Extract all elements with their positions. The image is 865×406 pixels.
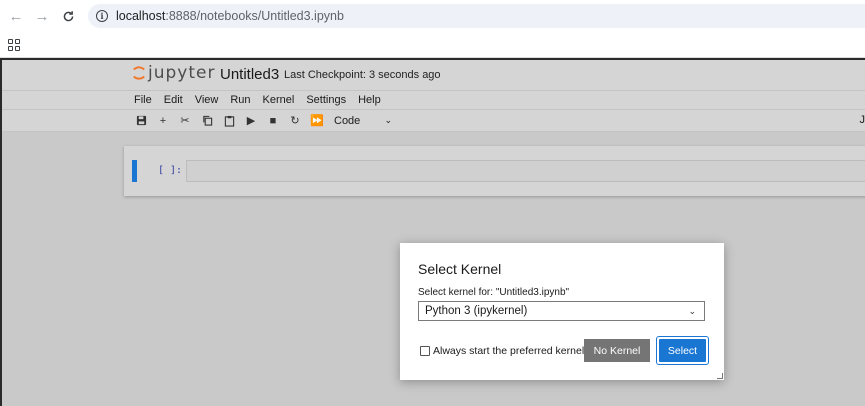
preferred-kernel-option[interactable]: Always start the preferred kernel [420, 345, 584, 357]
restart-icon[interactable]: ↻ [284, 111, 306, 131]
browser-toolbar: ← → i localhost:8888/notebooks/Untitled3… [0, 0, 865, 32]
add-cell-icon[interactable]: + [152, 111, 174, 131]
menu-run[interactable]: Run [230, 94, 250, 106]
no-kernel-button[interactable]: No Kernel [584, 339, 650, 362]
url-text[interactable]: localhost:8888/notebooks/Untitled3.ipynb [116, 9, 344, 23]
chevron-down-icon: ⌄ [688, 305, 696, 316]
notebook-toolbar: + ✂ ▶ ■ ↻ ⏩ Code ⌄ J [2, 110, 865, 132]
jupyter-logo-icon [133, 66, 145, 80]
paste-icon[interactable] [218, 111, 240, 131]
bookmarks-bar [0, 32, 865, 58]
menu-file[interactable]: File [134, 94, 152, 106]
menu-settings[interactable]: Settings [306, 94, 346, 106]
code-cell[interactable]: [ ]: [124, 146, 865, 196]
kernel-select-value: Python 3 (ipykernel) [425, 305, 528, 317]
cell-input[interactable] [186, 160, 865, 182]
jupyter-header: jupyter Untitled3 Last Checkpoint: 3 sec… [2, 60, 865, 90]
url-path: :8888/notebooks/Untitled3.ipynb [165, 9, 344, 23]
menu-kernel[interactable]: Kernel [263, 94, 295, 106]
cut-icon[interactable]: ✂ [174, 111, 196, 131]
stop-icon[interactable]: ■ [262, 111, 284, 131]
menu-bar: File Edit View Run Kernel Settings Help [2, 90, 865, 110]
toolbar-right-text: J [859, 114, 865, 126]
apps-grid-icon[interactable] [8, 38, 20, 51]
cell-prompt: [ ]: [158, 165, 183, 176]
url-host: localhost [116, 9, 166, 23]
select-button[interactable]: Select [659, 339, 706, 362]
forward-arrow-icon[interactable]: → [29, 3, 55, 29]
dialog-title: Select Kernel [418, 261, 502, 277]
kernel-for-label: Select kernel for: "Untitled3.ipynb" [418, 287, 570, 298]
preferred-kernel-checkbox[interactable] [420, 346, 430, 356]
run-icon[interactable]: ▶ [240, 111, 262, 131]
cell-type-value: Code [334, 114, 361, 127]
address-bar[interactable]: i localhost:8888/notebooks/Untitled3.ipy… [88, 4, 865, 28]
kernel-select[interactable]: Python 3 (ipykernel) ⌄ [418, 301, 705, 321]
fast-forward-icon[interactable]: ⏩ [306, 111, 328, 131]
back-arrow-icon[interactable]: ← [3, 3, 29, 29]
menu-edit[interactable]: Edit [164, 94, 183, 106]
jupyter-logo-text: jupyter [148, 63, 216, 83]
reload-icon[interactable] [55, 3, 81, 29]
checkpoint-status: Last Checkpoint: 3 seconds ago [284, 69, 441, 81]
cell-type-select[interactable]: Code ⌄ [334, 115, 392, 127]
preferred-kernel-label: Always start the preferred kernel [433, 345, 585, 357]
save-icon[interactable] [130, 111, 152, 131]
menu-view[interactable]: View [195, 94, 219, 106]
menu-help[interactable]: Help [358, 94, 381, 106]
select-button-focus-ring: Select [656, 336, 709, 365]
active-cell-indicator [132, 160, 137, 182]
chevron-down-icon: ⌄ [384, 115, 392, 125]
resize-handle-icon[interactable] [717, 373, 723, 379]
site-info-icon[interactable]: i [96, 10, 108, 22]
jupyter-logo[interactable]: jupyter [132, 63, 215, 83]
notebook-title[interactable]: Untitled3 [220, 66, 279, 83]
select-kernel-dialog: Select Kernel Select kernel for: "Untitl… [400, 243, 724, 380]
copy-icon[interactable] [196, 111, 218, 131]
